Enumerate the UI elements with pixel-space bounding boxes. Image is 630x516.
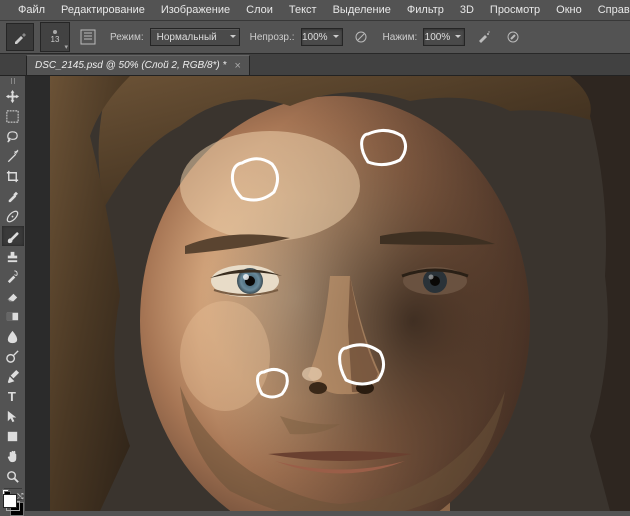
- path-select-tool[interactable]: [2, 406, 24, 426]
- gradient-tool[interactable]: [2, 306, 24, 326]
- menu-view[interactable]: Просмотр: [482, 2, 548, 18]
- svg-text:T: T: [8, 389, 16, 404]
- type-icon: T: [5, 389, 20, 404]
- menu-bar: Ps Файл Редактирование Изображение Слои …: [0, 0, 630, 20]
- workspace: T ⤭: [0, 76, 630, 511]
- opacity-label: Непрозр.:: [250, 32, 295, 43]
- panel-grip-icon[interactable]: [2, 78, 24, 84]
- airbrush-toggle[interactable]: [471, 25, 495, 49]
- tool-preset-picker[interactable]: [6, 23, 34, 51]
- move-tool[interactable]: [2, 86, 24, 106]
- shape-icon: [5, 429, 20, 444]
- pen-tool[interactable]: [2, 366, 24, 386]
- zoom-tool[interactable]: [2, 466, 24, 486]
- brush-panel-toggle[interactable]: [76, 25, 100, 49]
- document-title: DSC_2145.psd @ 50% (Слой 2, RGB/8*) *: [35, 60, 226, 71]
- pen-icon: [5, 369, 20, 384]
- hand-icon: [5, 449, 20, 464]
- menu-filter[interactable]: Фильтр: [399, 2, 452, 18]
- eraser-tool[interactable]: [2, 286, 24, 306]
- healing-brush-tool[interactable]: [2, 206, 24, 226]
- menu-file[interactable]: Файл: [10, 2, 53, 18]
- chevron-down-icon: ▾: [64, 43, 68, 51]
- opacity-value: 100%: [302, 32, 328, 43]
- pathsel-icon: [5, 409, 20, 424]
- flow-label: Нажим:: [383, 32, 418, 43]
- canvas-area[interactable]: [26, 76, 630, 511]
- menu-layers[interactable]: Слои: [238, 2, 281, 18]
- menu-edit[interactable]: Редактирование: [53, 2, 153, 18]
- brush-dot-icon: [53, 30, 57, 34]
- magic-wand-tool[interactable]: [2, 146, 24, 166]
- bandaid-icon: [5, 209, 20, 224]
- shape-tool[interactable]: [2, 426, 24, 446]
- blend-mode-value: Нормальный: [157, 32, 217, 43]
- history-brush-tool[interactable]: [2, 266, 24, 286]
- brush-size-readout: 13: [51, 35, 60, 44]
- dodge-tool[interactable]: [2, 346, 24, 366]
- eyedrop-icon: [5, 189, 20, 204]
- crop-tool[interactable]: [2, 166, 24, 186]
- eraser-icon: [5, 289, 20, 304]
- marquee-icon: [5, 109, 20, 124]
- type-tool[interactable]: T: [2, 386, 24, 406]
- stamp-tool[interactable]: [2, 246, 24, 266]
- color-swatches[interactable]: ⤭: [2, 492, 24, 497]
- opacity-input[interactable]: 100%: [301, 28, 343, 46]
- blur-icon: [5, 329, 20, 344]
- flow-value: 100%: [425, 32, 451, 43]
- menu-select[interactable]: Выделение: [325, 2, 399, 18]
- brush-icon: [5, 229, 20, 244]
- document-tab[interactable]: DSC_2145.psd @ 50% (Слой 2, RGB/8*) * ×: [26, 55, 250, 75]
- foreground-color-swatch[interactable]: [3, 494, 17, 508]
- tools-panel: T ⤭: [0, 76, 26, 511]
- hbrush-icon: [5, 269, 20, 284]
- mode-label: Режим:: [110, 32, 144, 43]
- brush-preset-picker[interactable]: 13 ▾: [40, 22, 70, 52]
- marquee-tool[interactable]: [2, 106, 24, 126]
- size-pressure-toggle[interactable]: [501, 25, 525, 49]
- brush-tool[interactable]: [2, 226, 24, 246]
- menu-image[interactable]: Изображение: [153, 2, 238, 18]
- lasso-icon: [5, 129, 20, 144]
- blur-tool[interactable]: [2, 326, 24, 346]
- gradient-icon: [5, 309, 20, 324]
- eyedropper-tool[interactable]: [2, 186, 24, 206]
- blend-mode-dropdown[interactable]: Нормальный: [150, 28, 240, 46]
- crop-icon: [5, 169, 20, 184]
- annotation-overlay: [50, 76, 630, 511]
- hand-tool[interactable]: [2, 446, 24, 466]
- move-icon: [5, 89, 20, 104]
- zoom-icon: [5, 469, 20, 484]
- document-tab-bar: DSC_2145.psd @ 50% (Слой 2, RGB/8*) * ×: [0, 54, 630, 76]
- menu-help[interactable]: Справка: [590, 2, 630, 18]
- close-tab-icon[interactable]: ×: [234, 60, 240, 72]
- dodge-icon: [5, 349, 20, 364]
- menu-3d[interactable]: 3D: [452, 2, 482, 18]
- wand-icon: [5, 149, 20, 164]
- opacity-pressure-toggle[interactable]: [349, 25, 373, 49]
- lasso-tool[interactable]: [2, 126, 24, 146]
- flow-input[interactable]: 100%: [423, 28, 465, 46]
- options-bar: 13 ▾ Режим: Нормальный Непрозр.: 100% На…: [0, 20, 630, 54]
- menu-text[interactable]: Текст: [281, 2, 325, 18]
- stamp-icon: [5, 249, 20, 264]
- menu-window[interactable]: Окно: [548, 2, 590, 18]
